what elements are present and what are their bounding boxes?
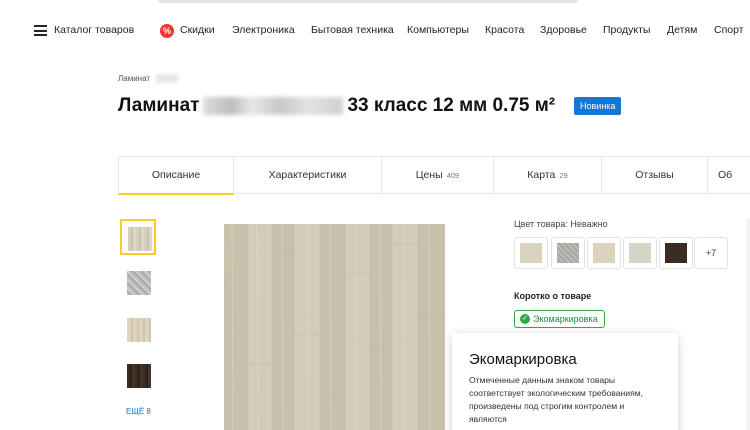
tab-label: Об — [718, 169, 733, 181]
eco-chip-label: Экомаркировка — [533, 314, 598, 324]
nav-link-food[interactable]: Продукты — [603, 24, 650, 36]
tab-specs[interactable]: Характеристики — [234, 157, 382, 194]
breadcrumb-blurred-item[interactable] — [156, 74, 179, 84]
swatch-fill — [520, 243, 542, 263]
breadcrumb-item[interactable]: Ламинат — [118, 74, 150, 83]
title-suffix: 33 класс 12 мм 0.75 м² — [347, 95, 556, 116]
nav-link-sport[interactable]: Спорт — [714, 24, 744, 36]
thumbnail[interactable] — [120, 311, 156, 347]
color-swatch[interactable] — [587, 237, 621, 269]
tab-reviews[interactable]: Отзывы — [602, 157, 708, 194]
nav-link-health[interactable]: Здоровье — [540, 24, 587, 36]
color-swatch[interactable] — [514, 237, 548, 269]
category-nav: Каталог товаров % Скидки Электроника Быт… — [0, 16, 750, 46]
more-photos-link[interactable]: ЕЩЁ 8 — [126, 407, 151, 416]
new-badge: Новинка — [574, 97, 622, 115]
thumbnail-image — [127, 364, 151, 388]
nav-link-beauty[interactable]: Красота — [485, 24, 524, 36]
eco-leaf-icon: ✓ — [520, 314, 530, 324]
tab-map[interactable]: Карта 29 — [494, 157, 602, 194]
nav-link-sale[interactable]: Скидки — [180, 24, 215, 36]
tab-about[interactable]: Об — [708, 157, 748, 194]
tab-description[interactable]: Описание — [118, 157, 234, 195]
tooltip-title: Экомаркировка — [469, 351, 577, 368]
swatch-fill — [665, 243, 687, 263]
laminate-texture — [224, 224, 445, 430]
thumbnail-image — [127, 318, 151, 342]
eco-label-chip[interactable]: ✓ Экомаркировка — [514, 310, 605, 328]
title-blurred-brand — [203, 97, 344, 115]
menu-icon[interactable] — [34, 25, 47, 36]
tab-count: 29 — [559, 171, 568, 180]
nav-link-computers[interactable]: Компьютеры — [407, 24, 469, 36]
color-label: Цвет товара: Неважно — [514, 219, 608, 229]
nav-link-appliances[interactable]: Бытовая техника — [311, 24, 394, 36]
title-prefix: Ламинат — [118, 95, 200, 116]
thumbnail[interactable] — [120, 219, 156, 255]
product-tabs: Описание Характеристики Цены 409 Карта 29 … — [118, 156, 750, 195]
swatch-fill — [629, 243, 651, 263]
tab-label: Карта — [527, 169, 556, 181]
color-label-text: Цвет товара: — [514, 219, 568, 229]
thumbnail[interactable] — [120, 357, 156, 393]
more-colors-button[interactable]: +7 — [694, 237, 728, 269]
color-swatch[interactable] — [659, 237, 693, 269]
main-product-image[interactable] — [224, 224, 445, 430]
nav-link-electronics[interactable]: Электроника — [232, 24, 295, 36]
tab-label: Описание — [151, 169, 201, 181]
breadcrumb: Ламинат — [118, 74, 179, 84]
thumbnail-image — [128, 227, 152, 251]
nav-link-kids[interactable]: Детям — [667, 24, 697, 36]
product-page: Каталог товаров % Скидки Электроника Быт… — [0, 0, 750, 430]
tab-label: Цены — [415, 169, 443, 181]
thumbnail-image — [127, 271, 151, 295]
tab-count: 409 — [446, 171, 460, 180]
tooltip-text: Отмеченные данным знаком товары соответс… — [469, 375, 644, 424]
search-bar-edge[interactable] — [158, 0, 578, 3]
color-swatch[interactable] — [551, 237, 585, 269]
color-value: Неважно — [570, 219, 608, 229]
tab-label: Отзывы — [635, 169, 674, 181]
eco-tooltip: Экомаркировка Отмеченные данным знаком т… — [452, 333, 678, 430]
swatch-fill — [557, 243, 579, 263]
color-swatch[interactable] — [623, 237, 657, 269]
page-title: Ламинат 33 класс 12 мм 0.75 м² — [118, 94, 555, 118]
thumbnail[interactable] — [120, 264, 156, 300]
about-heading: Коротко о товаре — [514, 291, 592, 301]
side-panel-edge — [746, 218, 750, 430]
catalog-button[interactable]: Каталог товаров — [54, 24, 134, 36]
tab-label: Характеристики — [268, 169, 347, 181]
swatch-fill — [593, 243, 615, 263]
sale-badge-icon: % — [160, 24, 174, 38]
top-strip — [0, 0, 750, 6]
tab-prices[interactable]: Цены 409 — [382, 157, 494, 194]
